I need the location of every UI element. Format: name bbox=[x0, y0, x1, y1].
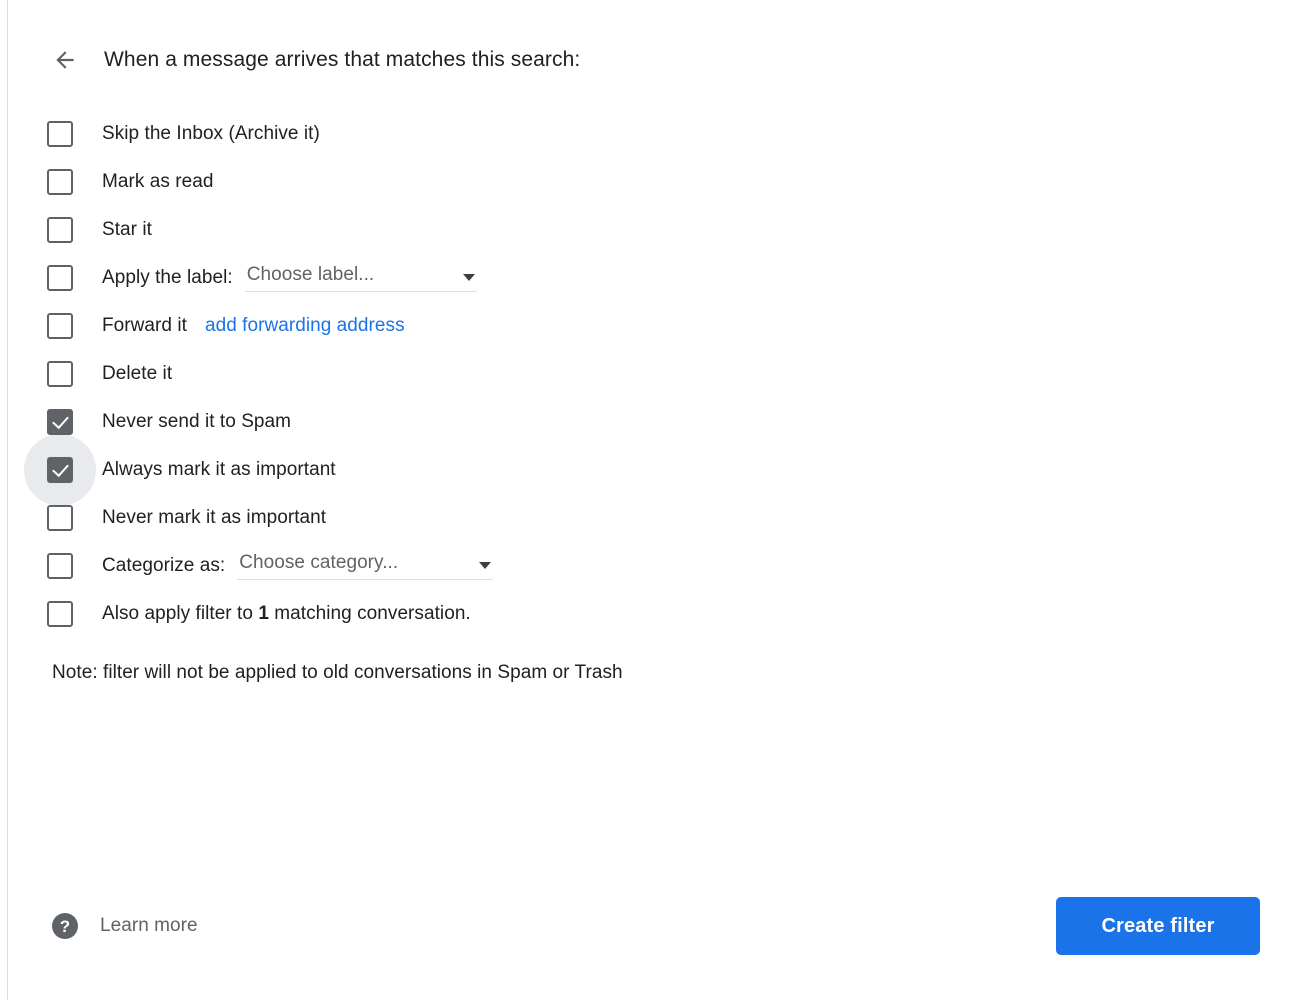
checkbox-always-important[interactable] bbox=[24, 434, 96, 506]
choose-category-dropdown[interactable]: Choose category... bbox=[237, 552, 494, 580]
checkbox-box-icon bbox=[47, 121, 73, 147]
action-label-star-it: Star it bbox=[102, 219, 152, 240]
checkbox-checked-icon bbox=[47, 457, 73, 483]
choose-label-dropdown[interactable]: Choose label... bbox=[244, 264, 477, 292]
chevron-down-icon bbox=[479, 562, 492, 569]
also-apply-suffix: matching conversation. bbox=[274, 603, 471, 624]
panel-footer: ? Learn more Create filter bbox=[8, 888, 1292, 964]
action-row-forward-it: Forward it add forwarding address bbox=[42, 302, 1292, 350]
add-forwarding-address-link[interactable]: add forwarding address bbox=[205, 315, 405, 337]
learn-more-link[interactable]: ? Learn more bbox=[52, 913, 198, 939]
action-row-categorize-as: Categorize as: Choose category... bbox=[42, 542, 1292, 590]
action-label-mark-as-read: Mark as read bbox=[102, 171, 214, 192]
checkbox-checked-icon bbox=[47, 409, 73, 435]
arrow-left-icon[interactable] bbox=[48, 43, 82, 77]
action-label-never-important: Never mark it as important bbox=[102, 507, 327, 528]
action-label-never-spam: Never send it to Spam bbox=[102, 411, 292, 432]
checkbox-box-icon bbox=[47, 601, 73, 627]
panel-header: When a message arrives that matches this… bbox=[8, 0, 1292, 82]
action-row-delete-it: Delete it bbox=[42, 350, 1292, 398]
also-apply-prefix: Also apply filter to bbox=[102, 603, 253, 624]
checkbox-box-icon bbox=[47, 553, 73, 579]
checkbox-mark-as-read[interactable] bbox=[42, 164, 78, 200]
action-label-categorize-as: Categorize as: bbox=[102, 555, 226, 576]
filter-actions-list: Skip the Inbox (Archive it) Mark as read… bbox=[8, 110, 1292, 638]
checkbox-also-apply-filter[interactable] bbox=[42, 596, 78, 632]
action-label-apply-label: Apply the label: bbox=[102, 267, 233, 288]
action-row-never-important: Never mark it as important bbox=[42, 494, 1292, 542]
action-row-mark-as-read: Mark as read bbox=[42, 158, 1292, 206]
matching-conversation-count: 1 bbox=[258, 603, 269, 624]
action-label-delete-it: Delete it bbox=[102, 363, 173, 384]
action-label-forward-it: Forward it bbox=[102, 315, 187, 336]
checkbox-box-icon bbox=[47, 313, 73, 339]
checkbox-skip-inbox[interactable] bbox=[42, 116, 78, 152]
checkbox-box-icon bbox=[47, 361, 73, 387]
page-title: When a message arrives that matches this… bbox=[104, 48, 581, 71]
filter-actions-panel: When a message arrives that matches this… bbox=[8, 0, 1292, 1000]
action-row-apply-label: Apply the label: Choose label... bbox=[42, 254, 1292, 302]
help-question-icon: ? bbox=[52, 913, 78, 939]
action-row-never-spam: Never send it to Spam bbox=[42, 398, 1292, 446]
checkbox-never-important[interactable] bbox=[42, 500, 78, 536]
choose-label-value: Choose label... bbox=[246, 264, 375, 285]
action-row-always-important: Always mark it as important bbox=[24, 434, 1292, 506]
choose-category-value: Choose category... bbox=[239, 552, 399, 573]
checkbox-star-it[interactable] bbox=[42, 212, 78, 248]
checkbox-apply-label[interactable] bbox=[42, 260, 78, 296]
chevron-down-icon bbox=[462, 274, 475, 281]
also-apply-filter-label: Also apply filter to 1 matching conversa… bbox=[102, 603, 471, 625]
learn-more-label: Learn more bbox=[100, 915, 198, 936]
checkbox-forward-it[interactable] bbox=[42, 308, 78, 344]
filter-note: Note: filter will not be applied to old … bbox=[52, 662, 623, 683]
checkbox-box-icon bbox=[47, 505, 73, 531]
checkbox-box-icon bbox=[47, 265, 73, 291]
action-label-always-important: Always mark it as important bbox=[102, 459, 336, 480]
checkbox-never-spam[interactable] bbox=[42, 404, 78, 440]
checkbox-categorize-as[interactable] bbox=[42, 548, 78, 584]
create-filter-button[interactable]: Create filter bbox=[1056, 897, 1260, 955]
checkbox-box-icon bbox=[47, 217, 73, 243]
action-row-also-apply-filter: Also apply filter to 1 matching conversa… bbox=[42, 590, 1292, 638]
checkbox-box-icon bbox=[47, 169, 73, 195]
action-label-skip-inbox: Skip the Inbox (Archive it) bbox=[102, 123, 320, 144]
checkbox-delete-it[interactable] bbox=[42, 356, 78, 392]
action-row-star-it: Star it bbox=[42, 206, 1292, 254]
action-row-skip-inbox: Skip the Inbox (Archive it) bbox=[42, 110, 1292, 158]
